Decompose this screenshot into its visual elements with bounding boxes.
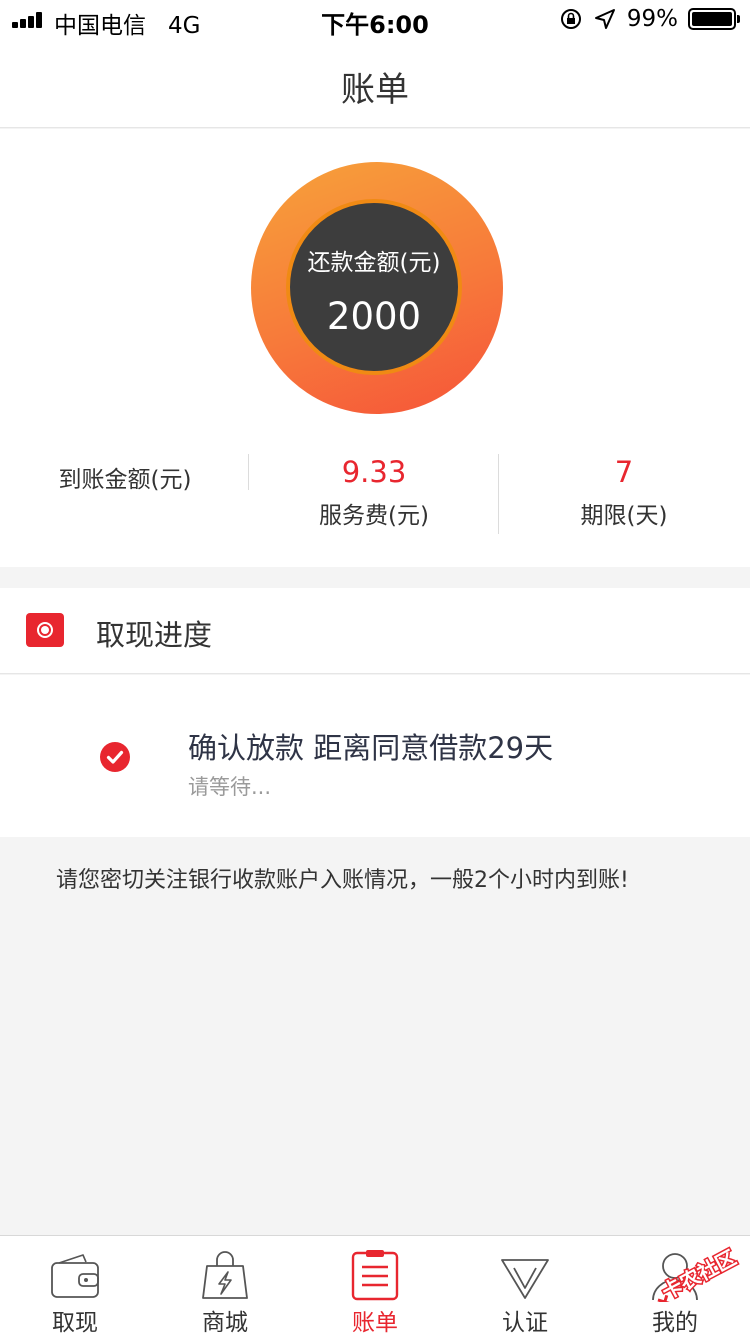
battery-icon xyxy=(688,8,740,30)
progress-section-header: 取现进度 xyxy=(0,588,750,674)
location-icon xyxy=(594,9,615,29)
bill-icon xyxy=(351,1250,399,1301)
status-bar: 中国电信 4G 下午6:00 99% xyxy=(0,0,750,40)
stat-received: 到账金额(元) xyxy=(0,454,250,534)
step-subtitle: 请等待... xyxy=(188,775,272,799)
repayment-donut: 还款金额(元) 2000 xyxy=(251,162,503,414)
nav-header: 账单 xyxy=(0,40,750,128)
tab-label: 账单 xyxy=(352,1310,398,1334)
term-label: 期限(天) xyxy=(580,503,668,529)
loan-stats: 到账金额(元) 9.33 服务费(元) 7 期限(天) xyxy=(0,454,750,534)
watermark-logo: 卡农社区 xyxy=(656,1244,741,1302)
tab-mall[interactable]: 商城 xyxy=(150,1236,300,1334)
tab-label: 取现 xyxy=(52,1310,98,1334)
svg-text:卡农社区: 卡农社区 xyxy=(658,1245,740,1302)
repayment-center: 还款金额(元) 2000 xyxy=(286,199,462,375)
stat-divider xyxy=(498,454,499,534)
step-title: 确认放款 距离同意借款29天 xyxy=(188,731,554,765)
orientation-lock-icon xyxy=(560,9,581,29)
received-amount-label: 到账金额(元) xyxy=(58,467,192,493)
stat-term: 7 期限(天) xyxy=(499,454,749,534)
stat-divider xyxy=(248,454,249,490)
tab-withdraw[interactable]: 取现 xyxy=(0,1236,150,1334)
tab-label: 我的 xyxy=(652,1310,698,1334)
wallet-icon xyxy=(51,1254,99,1298)
tab-label: 商城 xyxy=(202,1310,248,1334)
bottom-tab-bar: 取现 商城 账单 认证 我的 xyxy=(0,1235,750,1334)
repay-amount-value: 2000 xyxy=(326,295,422,338)
verify-icon xyxy=(501,1259,549,1299)
bill-summary-card: 还款金额(元) 2000 到账金额(元) 9.33 服务费(元) 7 期限(天) xyxy=(0,129,750,567)
tab-label: 认证 xyxy=(502,1310,548,1334)
repay-amount-label: 还款金额(元) xyxy=(307,250,441,276)
check-icon xyxy=(100,742,130,772)
battery-percent: 99% xyxy=(626,6,678,32)
shopping-bag-icon xyxy=(202,1251,248,1299)
progress-icon xyxy=(26,613,64,647)
term-value: 7 xyxy=(614,455,634,489)
tab-bill[interactable]: 账单 xyxy=(300,1236,450,1334)
fee-value: 9.33 xyxy=(341,455,407,489)
progress-step: 确认放款 距离同意借款29天 请等待... xyxy=(0,675,750,837)
arrival-notice: 请您密切关注银行收款账户入账情况，一般2个小时内到账! xyxy=(56,868,629,893)
tab-verify[interactable]: 认证 xyxy=(450,1236,600,1334)
progress-section-title: 取现进度 xyxy=(96,618,213,652)
stat-fee: 9.33 服务费(元) xyxy=(249,454,499,534)
fee-label: 服务费(元) xyxy=(319,503,429,529)
page-title: 账单 xyxy=(341,70,409,110)
